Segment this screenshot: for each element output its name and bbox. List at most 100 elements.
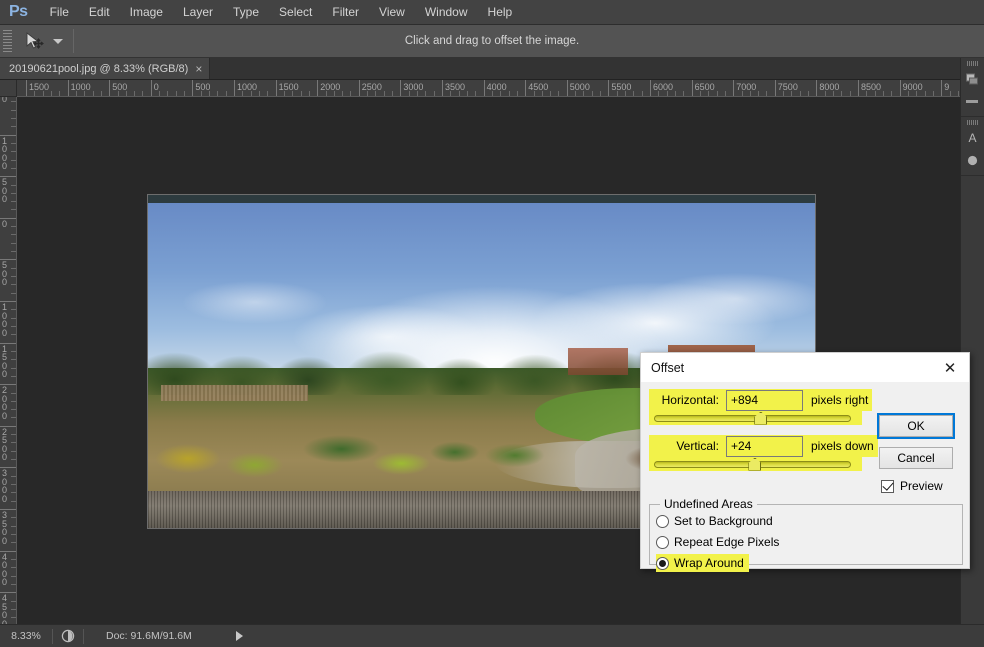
- ruler-label: 3500: [2, 510, 8, 546]
- ruler-label: 3000: [2, 468, 8, 504]
- vertical-slider-row: [649, 457, 862, 471]
- horizontal-label: Horizontal:: [661, 393, 719, 407]
- ruler-label: 500: [2, 177, 8, 205]
- vertical-unit-label: pixels down: [811, 439, 874, 453]
- status-bar: 8.33% Doc: 91.6M/91.6M: [0, 624, 984, 647]
- ruler-label: 6000: [653, 82, 674, 92]
- ruler-label: 6500: [694, 82, 715, 92]
- ruler-label: 2000: [2, 385, 8, 421]
- dialog-title-bar[interactable]: Offset ✕: [641, 353, 969, 382]
- ruler-label: 9: [944, 82, 950, 92]
- options-bar: Click and drag to offset the image.: [0, 25, 984, 58]
- ruler-label: 0: [153, 82, 159, 92]
- radio-button[interactable]: [656, 556, 669, 570]
- ok-button[interactable]: OK: [877, 413, 955, 439]
- preview-checkbox-row[interactable]: Preview: [881, 479, 943, 493]
- undefined-areas-group: Undefined Areas Set to Background Repeat …: [649, 497, 963, 572]
- doc-size-label: Doc: 91.6M/91.6M: [106, 630, 192, 642]
- radio-label: Repeat Edge Pixels: [674, 535, 780, 549]
- photoshop-window: Ps File Edit Image Layer Type Select Filter Vie…: [0, 0, 984, 647]
- close-icon[interactable]: ×: [195, 63, 202, 75]
- menu-items: File Edit Image Layer Type Select Filter View Wi…: [40, 1, 523, 23]
- options-bar-grip[interactable]: [3, 30, 12, 52]
- dock-grip[interactable]: [967, 61, 978, 66]
- color-swatch-icon[interactable]: [964, 70, 982, 88]
- ruler-label: 0: [2, 97, 8, 104]
- options-hint-text: Click and drag to offset the image.: [404, 35, 580, 47]
- styles-icon[interactable]: [964, 151, 982, 169]
- menu-item-layer[interactable]: Layer: [173, 1, 223, 23]
- ruler-label: 1500: [29, 82, 50, 92]
- ruler-label: 4500: [2, 593, 8, 624]
- horizontal-slider-row: [649, 411, 862, 425]
- vertical-slider-thumb[interactable]: [748, 457, 762, 471]
- radio-option-wrap-around[interactable]: Wrap Around: [656, 554, 749, 572]
- radio-button[interactable]: [656, 535, 669, 549]
- dialog-title: Offset: [651, 360, 685, 375]
- horizontal-input[interactable]: [726, 389, 803, 411]
- radio-option-set-to-background[interactable]: Set to Background: [656, 512, 778, 530]
- ruler-label: 9000: [902, 82, 923, 92]
- document-thumb-icon[interactable]: [53, 629, 83, 643]
- menu-item-image[interactable]: Image: [120, 1, 173, 23]
- menu-item-view[interactable]: View: [369, 1, 415, 23]
- character-icon[interactable]: A: [964, 129, 982, 147]
- horizontal-field-row: Horizontal: pixels right: [649, 389, 873, 411]
- menu-item-type[interactable]: Type: [223, 1, 269, 23]
- cancel-button[interactable]: Cancel: [879, 447, 953, 469]
- ruler-label: 1000: [70, 82, 91, 92]
- options-divider: [73, 29, 74, 53]
- close-icon[interactable]: ✕: [933, 354, 967, 381]
- vertical-slider[interactable]: [654, 457, 851, 471]
- menu-item-window[interactable]: Window: [415, 1, 478, 23]
- offset-dialog[interactable]: Offset ✕ Horizontal: pixels right Vertic…: [640, 352, 970, 572]
- ruler-label: 1000: [237, 82, 258, 92]
- play-arrow-icon[interactable]: [235, 631, 243, 641]
- radio-label: Set to Background: [674, 514, 773, 528]
- adjustments-icon[interactable]: [964, 92, 982, 110]
- zoom-level[interactable]: 8.33%: [0, 630, 52, 642]
- ruler-label: 5000: [569, 82, 590, 92]
- ruler-label: 8500: [861, 82, 882, 92]
- dock-grip[interactable]: [967, 120, 978, 125]
- ruler-label: 2500: [2, 426, 8, 463]
- ruler-label: 3500: [445, 82, 466, 92]
- undefined-areas-title: Undefined Areas: [660, 497, 757, 511]
- ruler-label: 7500: [777, 82, 798, 92]
- preview-label: Preview: [900, 479, 943, 493]
- photo-fence: [161, 384, 309, 402]
- move-tool-icon[interactable]: [23, 30, 47, 52]
- radio-button[interactable]: [656, 514, 669, 528]
- document-tab[interactable]: 20190621pool.jpg @ 8.33% (RGB/8) ×: [0, 58, 211, 79]
- ruler-label: 5500: [611, 82, 632, 92]
- vertical-ruler[interactable]: 0 1000 500 0 500 1000 1500 2000 2500 3000 3500 4000…: [0, 97, 17, 624]
- ruler-label: 1000: [2, 302, 8, 338]
- menu-item-edit[interactable]: Edit: [79, 1, 120, 23]
- ruler-label: 1500: [278, 82, 299, 92]
- radio-label: Wrap Around: [674, 556, 744, 570]
- ruler-label: 2500: [361, 82, 382, 92]
- ruler-label: 1500: [2, 343, 8, 380]
- menu-item-file[interactable]: File: [40, 1, 79, 23]
- ruler-label: 0: [2, 218, 8, 229]
- vertical-input[interactable]: [726, 435, 803, 457]
- dock-group-2: A: [961, 117, 984, 176]
- ruler-label: 4500: [528, 82, 549, 92]
- ruler-label: 1000: [2, 135, 8, 172]
- horizontal-slider[interactable]: [654, 411, 851, 425]
- document-tab-strip: 20190621pool.jpg @ 8.33% (RGB/8) ×: [0, 58, 984, 80]
- document-tab-label: 20190621pool.jpg @ 8.33% (RGB/8): [9, 62, 189, 75]
- menu-item-select[interactable]: Select: [269, 1, 322, 23]
- vertical-field-row: Vertical: pixels down: [649, 435, 878, 457]
- tool-preset-chevron-down-icon[interactable]: [53, 38, 63, 44]
- ruler-corner: [0, 80, 17, 97]
- horizontal-ruler[interactable]: 1500 1000 500 0 500 1000 1500 2000 2500 3000 3500 4…: [17, 80, 960, 97]
- preview-checkbox[interactable]: [881, 479, 894, 493]
- radio-option-repeat-edge-pixels[interactable]: Repeat Edge Pixels: [656, 533, 784, 551]
- ruler-label: 8000: [819, 82, 840, 92]
- menu-item-help[interactable]: Help: [478, 1, 523, 23]
- horizontal-slider-thumb[interactable]: [754, 411, 768, 425]
- ruler-label: 2000: [320, 82, 341, 92]
- vertical-label: Vertical:: [676, 439, 719, 453]
- menu-item-filter[interactable]: Filter: [322, 1, 369, 23]
